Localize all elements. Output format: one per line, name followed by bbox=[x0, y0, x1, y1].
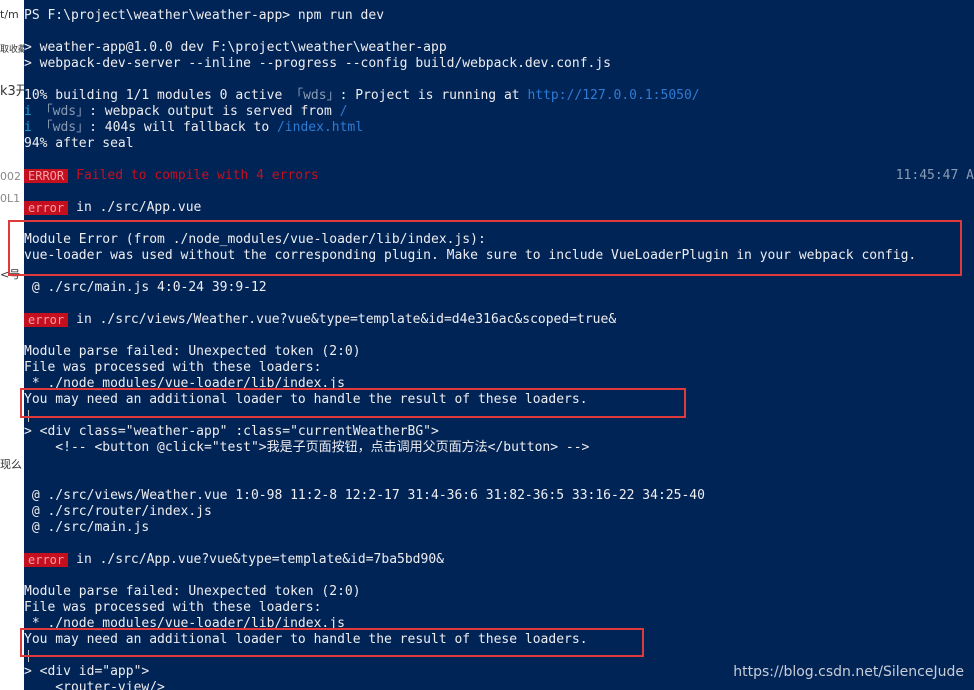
error-file: in ./src/views/Weather.vue?vue&type=temp… bbox=[76, 312, 617, 327]
error-header-line: error in ./src/App.vue?vue&type=template&… bbox=[24, 552, 444, 568]
code-frame-line: > <div id="app"> bbox=[24, 664, 150, 679]
code-frame-line: <!-- <button @click="test">我是子页面按钮，点击调用父… bbox=[24, 440, 590, 455]
error-header-line: error in ./src/views/Weather.vue?vue&type… bbox=[24, 312, 616, 328]
background-text-fragment: k3开 bbox=[0, 84, 24, 99]
wds-tag: 「wds」 bbox=[39, 120, 90, 135]
fallback-line: i 「wds」: 404s will fallback to /index.ht… bbox=[24, 120, 363, 136]
error-file: in ./src/App.vue?vue&type=template&id=7b… bbox=[76, 552, 444, 567]
running-url-link[interactable]: http://127.0.0.1:5050/ bbox=[527, 88, 699, 103]
code-frame-line: > <div class="weather-app" :class="curre… bbox=[24, 424, 439, 439]
watermark: https://blog.csdn.net/SilenceJude bbox=[733, 664, 964, 680]
served-line: i 「wds」: webpack output is served from / bbox=[24, 104, 347, 120]
error-location-line: @ ./src/main.js 4:0-24 39:9-12 bbox=[24, 280, 267, 295]
background-window-strip: t/m 取收藏 k3开 002 0L1 <号 现么 bbox=[0, 0, 24, 690]
error-header-line: error in ./src/App.vue bbox=[24, 200, 201, 216]
fallback-text: : 404s will fallback to bbox=[89, 120, 277, 135]
fallback-path: /index.html bbox=[276, 120, 364, 135]
highlight-box bbox=[20, 628, 644, 657]
error-badge: error bbox=[24, 201, 69, 215]
error-badge: ERROR bbox=[24, 169, 69, 183]
script-line: > weather-app@1.0.0 dev F:\project\weath… bbox=[24, 40, 447, 55]
wds-tag: 「wds」 bbox=[39, 104, 90, 119]
error-badge: error bbox=[24, 313, 69, 327]
highlight-box bbox=[20, 388, 686, 418]
progress-text: 10% building 1/1 modules 0 active bbox=[24, 88, 291, 103]
background-text-fragment: 取收藏 bbox=[0, 45, 24, 55]
error-file: in ./src/App.vue bbox=[76, 200, 202, 215]
error-location-line: @ ./src/views/Weather.vue 1:0-98 11:2-8 … bbox=[24, 488, 705, 503]
code-frame-line: <router-view/> bbox=[24, 680, 165, 690]
highlight-box bbox=[8, 220, 962, 276]
wds-tag: 「wds」 bbox=[290, 88, 340, 103]
command-prompt-line: PS F:\project\weather\weather-app> npm r… bbox=[24, 8, 385, 23]
served-path: / bbox=[339, 104, 348, 119]
error-message-line: Module parse failed: Unexpected token (2… bbox=[24, 344, 361, 359]
progress-line: 10% building 1/1 modules 0 active 「wds」:… bbox=[24, 88, 700, 104]
info-icon: i bbox=[24, 120, 32, 135]
info-icon: i bbox=[24, 104, 32, 119]
error-message-line: Module parse failed: Unexpected token (2… bbox=[24, 584, 361, 599]
background-text-fragment: 0L1 bbox=[0, 192, 21, 205]
running-text: : Project is running at bbox=[339, 88, 528, 103]
compile-failed-line: ERROR Failed to compile with 4 errors bbox=[24, 168, 319, 184]
error-message-line: File was processed with these loaders: bbox=[24, 360, 322, 375]
script-line: > webpack-dev-server --inline --progress… bbox=[24, 56, 611, 71]
error-message-line: File was processed with these loaders: bbox=[24, 600, 322, 615]
terminal-window[interactable]: PS F:\project\weather\weather-app> npm r… bbox=[24, 0, 974, 690]
served-text: : webpack output is served from bbox=[89, 104, 340, 119]
after-seal-line: 94% after seal bbox=[24, 136, 134, 151]
failed-compile-text: Failed to compile with 4 errors bbox=[76, 168, 319, 183]
timestamp: 11:45:47 A bbox=[895, 168, 974, 183]
background-text-fragment: 002 bbox=[0, 170, 21, 183]
background-text-fragment: 现么 bbox=[0, 458, 22, 471]
error-badge: error bbox=[24, 553, 69, 567]
background-text-fragment: t/m bbox=[0, 8, 19, 21]
error-location-line: @ ./src/main.js bbox=[24, 520, 150, 535]
error-location-line: @ ./src/router/index.js bbox=[24, 504, 212, 519]
